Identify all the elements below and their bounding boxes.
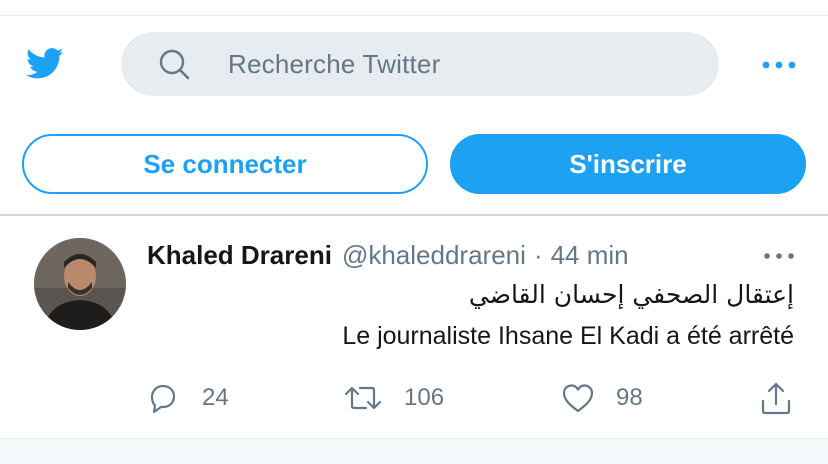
tweet-more-icon[interactable] (762, 246, 796, 266)
reply-count: 24 (202, 384, 229, 411)
login-button[interactable]: Se connecter (22, 134, 428, 194)
retweet-count: 106 (404, 384, 445, 411)
next-tweet-edge (0, 438, 828, 464)
like-action[interactable]: 98 (560, 376, 643, 420)
more-horizontal-icon[interactable] (760, 52, 798, 78)
twitter-bird-icon[interactable] (22, 44, 68, 82)
author-name[interactable]: Khaled Drareni (147, 240, 332, 271)
search-field[interactable]: Recherche Twitter (121, 32, 719, 96)
share-icon (761, 382, 791, 415)
section-divider (0, 214, 828, 216)
tweet-time[interactable]: 44 min (551, 240, 629, 271)
signup-button[interactable]: S'inscrire (450, 134, 806, 194)
meta-separator: · (533, 240, 543, 270)
tweet-text-arabic: إعتقال الصحفي إحسان القاضي (468, 280, 794, 309)
tweet-text-french: Le journaliste Ihsane El Kadi a été arrê… (342, 322, 794, 350)
author-handle[interactable]: @khaleddrareni (342, 240, 526, 271)
top-bar: Recherche Twitter (0, 16, 828, 116)
search-placeholder: Recherche Twitter (228, 48, 441, 79)
search-icon (159, 49, 190, 80)
retweet-action[interactable]: 106 (344, 376, 444, 420)
tweet-header: Khaled Drareni @khaleddrareni · 44 min (147, 240, 629, 274)
avatar-photo (34, 238, 126, 330)
reply-action[interactable]: 24 (146, 376, 229, 420)
heart-icon (562, 384, 594, 413)
avatar[interactable] (34, 238, 126, 330)
retweet-icon (344, 386, 382, 410)
like-count: 98 (616, 384, 643, 411)
tweet-actions: 24 106 98 (0, 376, 828, 420)
share-action[interactable] (758, 376, 794, 420)
reply-icon (150, 384, 176, 414)
